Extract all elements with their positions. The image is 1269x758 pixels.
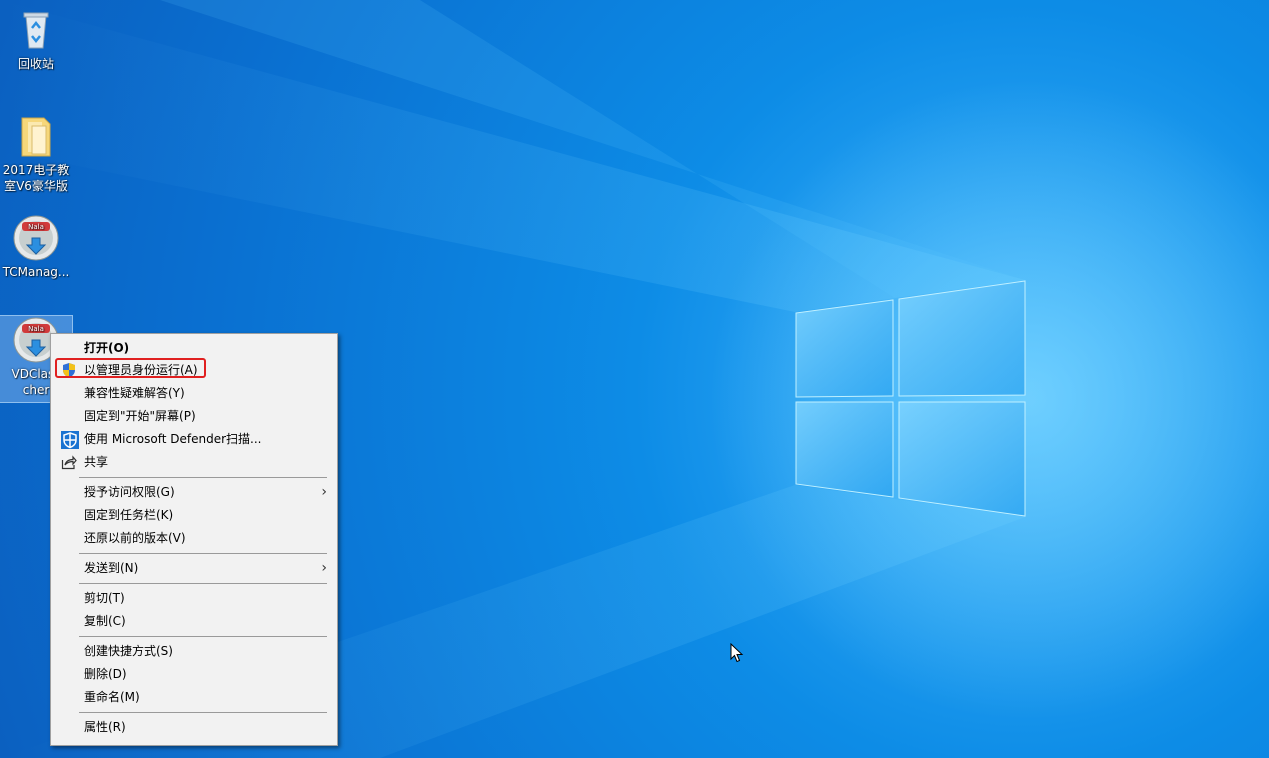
menu-item-send-to[interactable]: 发送到(N) › xyxy=(51,557,337,579)
nala-installer-icon: Nala xyxy=(12,214,60,262)
menu-item-label: 打开(O) xyxy=(84,341,130,355)
desktop-icon-label: 2017电子教 室V6豪华版 xyxy=(2,163,70,193)
menu-item-label: 固定到任务栏(K) xyxy=(84,508,174,522)
menu-item-cut[interactable]: 剪切(T) xyxy=(51,587,337,609)
menu-separator xyxy=(79,583,327,584)
menu-item-rename[interactable]: 重命名(M) xyxy=(51,686,337,708)
menu-item-give-access[interactable]: 授予访问权限(G) › xyxy=(51,481,337,503)
menu-item-label: 删除(D) xyxy=(84,667,127,681)
menu-item-label: 还原以前的版本(V) xyxy=(84,531,186,545)
menu-separator xyxy=(79,477,327,478)
highlight-annotation-box xyxy=(55,358,206,378)
menu-item-pin-to-taskbar[interactable]: 固定到任务栏(K) xyxy=(51,504,337,526)
menu-item-delete[interactable]: 删除(D) xyxy=(51,663,337,685)
menu-item-create-shortcut[interactable]: 创建快捷方式(S) xyxy=(51,640,337,662)
menu-item-copy[interactable]: 复制(C) xyxy=(51,610,337,632)
menu-item-label: 属性(R) xyxy=(84,720,126,734)
menu-item-share[interactable]: 共享 xyxy=(51,451,337,473)
desktop-icon-tcmanager[interactable]: Nala TCManag... xyxy=(0,214,72,280)
menu-item-label: 剪切(T) xyxy=(84,591,125,605)
menu-item-troubleshoot-compat[interactable]: 兼容性疑难解答(Y) xyxy=(51,382,337,404)
folder-icon xyxy=(12,112,60,160)
mouse-cursor-icon xyxy=(730,643,744,663)
menu-item-label: 创建快捷方式(S) xyxy=(84,644,173,658)
desktop-icon-label: TCManag... xyxy=(2,265,70,279)
menu-item-label: 重命名(M) xyxy=(84,690,140,704)
menu-separator xyxy=(79,553,327,554)
defender-shield-icon xyxy=(61,431,79,449)
menu-item-label: 使用 Microsoft Defender扫描... xyxy=(84,432,262,446)
chevron-right-icon: › xyxy=(321,484,327,500)
menu-item-restore-previous-versions[interactable]: 还原以前的版本(V) xyxy=(51,527,337,549)
menu-item-properties[interactable]: 属性(R) xyxy=(51,716,337,738)
share-icon xyxy=(61,454,77,470)
recycle-bin-icon xyxy=(12,6,60,54)
svg-text:Nala: Nala xyxy=(28,223,44,231)
menu-item-defender-scan[interactable]: 使用 Microsoft Defender扫描... xyxy=(51,428,337,450)
menu-item-open[interactable]: 打开(O) xyxy=(51,337,337,359)
desktop-icon-folder[interactable]: 2017电子教 室V6豪华版 xyxy=(0,112,72,194)
svg-text:Nala: Nala xyxy=(28,325,44,333)
menu-item-label: 授予访问权限(G) xyxy=(84,485,175,499)
desktop-icon-label: 回收站 xyxy=(17,57,54,71)
menu-item-pin-to-start[interactable]: 固定到"开始"屏幕(P) xyxy=(51,405,337,427)
menu-separator xyxy=(79,636,327,637)
context-menu: 打开(O) 以管理员身份运行(A) 兼容性疑难解答(Y) 固定到"开始"屏幕(P… xyxy=(50,333,338,746)
chevron-right-icon: › xyxy=(321,560,327,576)
menu-item-label: 共享 xyxy=(84,455,109,469)
menu-item-label: 兼容性疑难解答(Y) xyxy=(84,386,185,400)
desktop-icon-recycle-bin[interactable]: 回收站 xyxy=(0,6,72,72)
menu-item-label: 发送到(N) xyxy=(84,561,139,575)
menu-item-label: 复制(C) xyxy=(84,614,126,628)
menu-separator xyxy=(79,712,327,713)
menu-item-label: 固定到"开始"屏幕(P) xyxy=(84,409,196,423)
